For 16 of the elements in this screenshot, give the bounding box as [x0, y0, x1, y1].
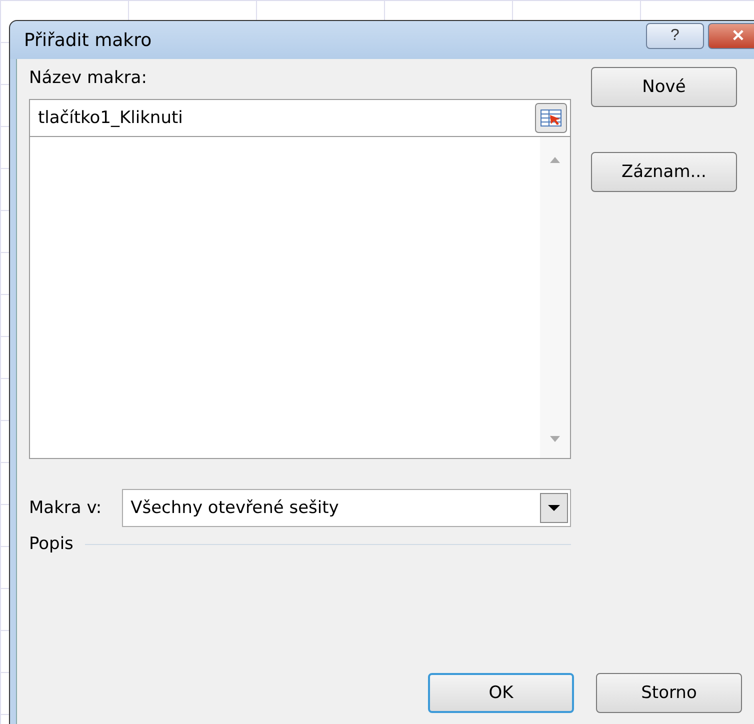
dialog-button[interactable]: Nové	[591, 67, 737, 107]
section-label: Popis	[29, 533, 74, 555]
dialog-button[interactable]: Záznam...	[591, 152, 737, 192]
dialog-button[interactable]: OK	[428, 673, 574, 713]
field-label: Makra v:	[29, 497, 102, 519]
field-label: Název makra:	[29, 67, 148, 89]
input-field[interactable]: tlačítko1_Kliknuti	[29, 99, 571, 137]
dropdown[interactable]: Všechny otevřené sešity	[122, 489, 571, 527]
scroll-bar[interactable]	[540, 137, 570, 458]
dialog-button[interactable]: Storno	[596, 673, 742, 713]
help-button[interactable]: ?	[646, 23, 704, 49]
text-input[interactable]: tlačítko1_Kliknuti	[36, 107, 535, 129]
scroll-up-icon[interactable]	[550, 157, 560, 163]
window-title: Přiřadit makro	[24, 30, 152, 50]
range-select-icon[interactable]	[535, 103, 567, 133]
scroll-down-icon[interactable]	[550, 436, 560, 442]
